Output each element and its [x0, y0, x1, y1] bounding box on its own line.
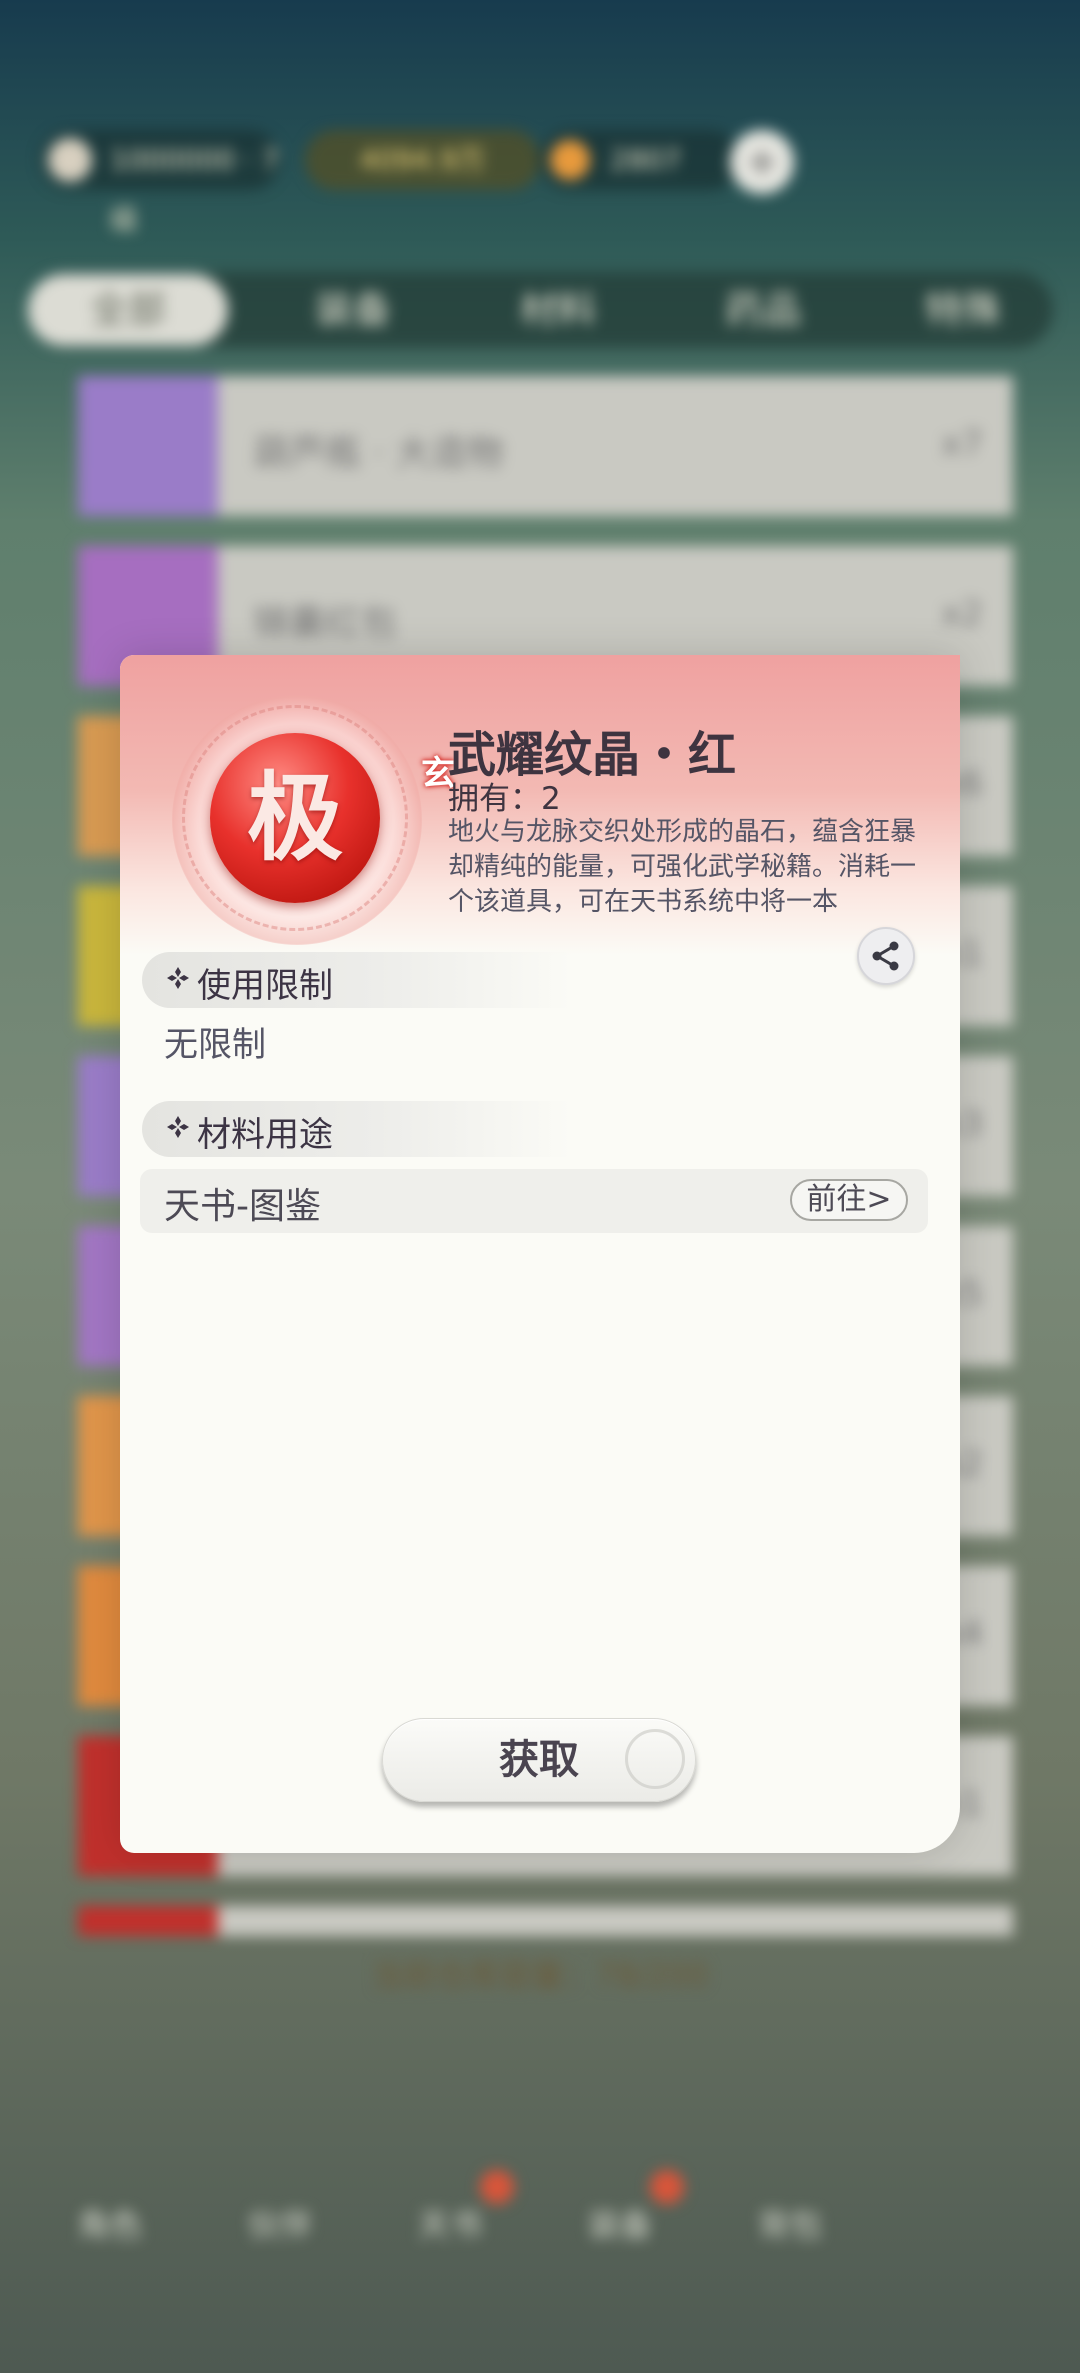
acquire-button[interactable]: 获取 — [382, 1718, 696, 1802]
item-count: x7 — [941, 424, 983, 464]
share-icon — [872, 941, 899, 971]
diamond-bullet-icon — [167, 1116, 189, 1138]
item-icon-frame: 极 玄 — [172, 695, 455, 945]
tab-all[interactable]: 全部 — [28, 274, 228, 346]
usage-limit-label: 使用限制 — [197, 966, 333, 1006]
nav-item[interactable]: 角色 — [50, 2200, 170, 2246]
nav-item[interactable]: 装备 — [560, 2200, 680, 2246]
share-button[interactable] — [857, 927, 915, 985]
diamond-bullet-icon — [167, 967, 189, 989]
acquire-button-label: 获取 — [499, 1737, 579, 1783]
category-tabs: 全部 装备 材料 药品 特殊 — [28, 272, 1053, 348]
user-profile-pill[interactable]: 1000000 · 7级 — [40, 130, 280, 236]
item-icon-glyph: 极 — [247, 761, 343, 874]
notification-dot — [480, 2170, 514, 2204]
material-use-target: 天书-图鉴 — [164, 1186, 321, 1227]
gem-value: 2807 — [610, 143, 682, 176]
item-name: 葫芦瓶 · 大造物 — [253, 433, 504, 474]
user-name: 1000000 · 7级 — [110, 143, 280, 236]
gem-counter: 2807 — [540, 130, 740, 190]
tab-materials[interactable]: 材料 — [473, 272, 643, 348]
item-owned-count: 拥有：2 — [448, 781, 561, 817]
list-item[interactable]: 葫芦瓶 · 大造物 x7 — [78, 376, 1013, 516]
add-currency-button[interactable]: + — [730, 130, 794, 194]
nav-item[interactable]: 天书 — [390, 2200, 510, 2246]
usage-limit-value: 无限制 — [164, 1025, 266, 1065]
item-detail-modal: 极 玄 武耀纹晶・红 拥有：2 地火与龙脉交织处形成的晶石，蕴含狂暴却精纯的能量… — [120, 655, 960, 1853]
tab-equipment[interactable]: 装备 — [268, 272, 438, 348]
gem-icon — [550, 140, 590, 180]
tab-special[interactable]: 特殊 — [878, 272, 1048, 348]
item-orb-icon: 极 — [210, 733, 380, 903]
item-description: 地火与龙脉交织处形成的晶石，蕴含狂暴却精纯的能量，可强化武学秘籍。消耗一个该道具… — [448, 817, 917, 917]
gold-counter: 4094.9万 — [305, 130, 540, 190]
bottom-navigation: 角色 伙伴 天书 装备 背包 — [40, 2170, 1040, 2300]
nav-item[interactable]: 背包 — [730, 2200, 850, 2246]
avatar — [48, 138, 92, 182]
inventory-capacity: 当前仓库容量：78/200 — [371, 1956, 709, 1994]
material-use-label: 材料用途 — [197, 1115, 333, 1155]
item-name: 锦囊红包 — [253, 603, 398, 644]
item-count: x2 — [941, 594, 983, 634]
goto-button[interactable]: 前往> — [790, 1179, 908, 1221]
notification-dot — [650, 2170, 684, 2204]
list-item[interactable] — [78, 1906, 1013, 1936]
material-use-row: 天书-图鉴 前往> — [140, 1169, 928, 1233]
material-use-header: 材料用途 — [142, 1101, 572, 1157]
item-thumbnail — [78, 1906, 218, 1936]
item-thumbnail — [78, 376, 218, 516]
top-resource-bar: 1000000 · 7级 4094.9万 2807 + — [40, 130, 794, 236]
nav-item[interactable]: 伙伴 — [220, 2200, 340, 2246]
usage-limit-header: 使用限制 — [142, 952, 572, 1008]
tab-medicine[interactable]: 药品 — [678, 272, 848, 348]
